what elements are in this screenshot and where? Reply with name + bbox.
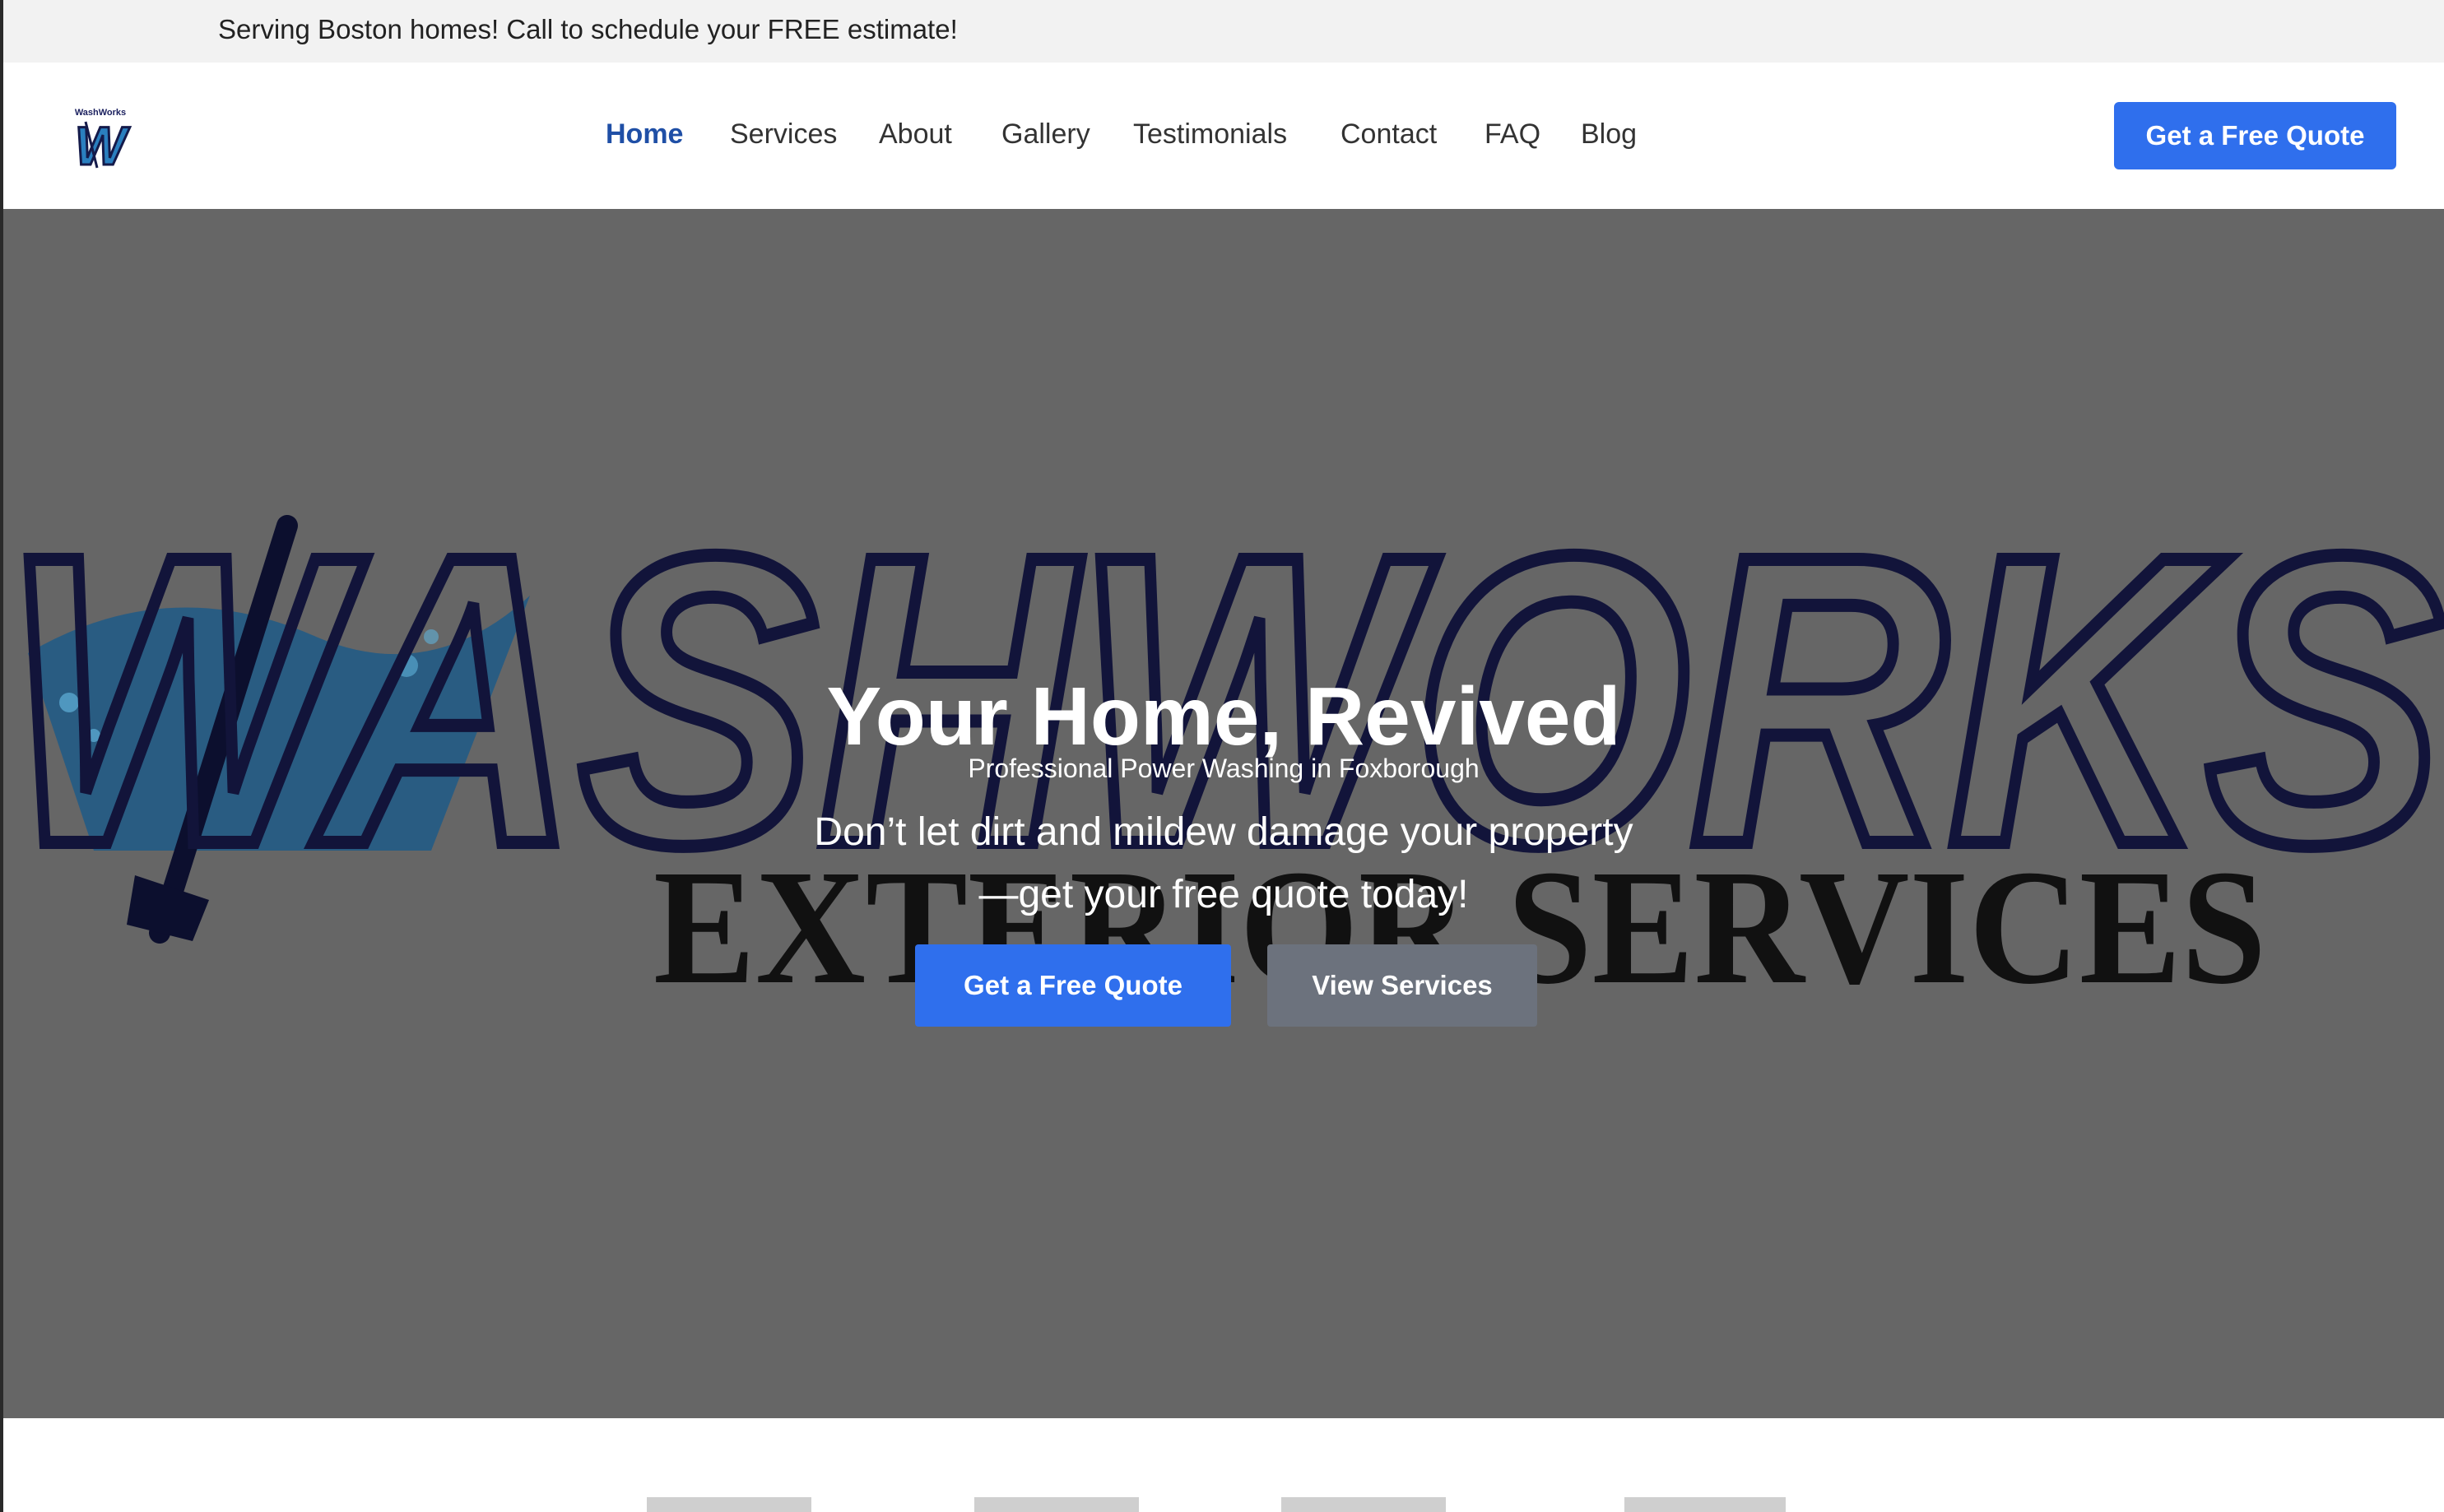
get-quote-button[interactable]: Get a Free Quote (2114, 102, 2396, 169)
nav-blog[interactable]: Blog (1581, 114, 1637, 155)
nav-testimonials[interactable]: Testimonials (1133, 114, 1287, 155)
service-thumbnail (974, 1497, 1139, 1512)
service-thumbnail (1624, 1497, 1786, 1512)
nav-home[interactable]: Home (606, 114, 683, 155)
hero-get-quote-button[interactable]: Get a Free Quote (915, 944, 1231, 1027)
hero-tagline-line1: Don’t let dirt and mildew damage your pr… (814, 810, 1633, 854)
nav-gallery[interactable]: Gallery (1001, 114, 1090, 155)
services-strip (3, 1418, 2444, 1512)
view-services-button[interactable]: View Services (1267, 944, 1537, 1027)
site-header: WashWorks W Home Services About Gallery … (3, 63, 2444, 209)
hero-section: WASHWORKS EXTERIOR SERVICES Your Home, R… (3, 209, 2444, 1418)
announcement-bar: Serving Boston homes! Call to schedule y… (3, 0, 2444, 63)
hero-title: Your Home, Revived (826, 670, 1621, 763)
hero-tagline: Don’t let dirt and mildew damage your pr… (3, 801, 2444, 926)
nav-faq[interactable]: FAQ (1485, 114, 1540, 155)
nav-contact[interactable]: Contact (1340, 114, 1437, 155)
service-thumbnail (647, 1497, 811, 1512)
nav-about[interactable]: About (879, 114, 952, 155)
main-nav: Home Services About Gallery Testimonials… (3, 114, 2444, 155)
hero-tagline-line2: —get your free quote today! (978, 873, 1469, 916)
nav-services[interactable]: Services (730, 114, 837, 155)
hero-subtitle: Professional Power Washing in Foxborough (968, 754, 1480, 783)
service-thumbnail (1281, 1497, 1446, 1512)
announcement-text: Serving Boston homes! Call to schedule y… (218, 14, 958, 44)
